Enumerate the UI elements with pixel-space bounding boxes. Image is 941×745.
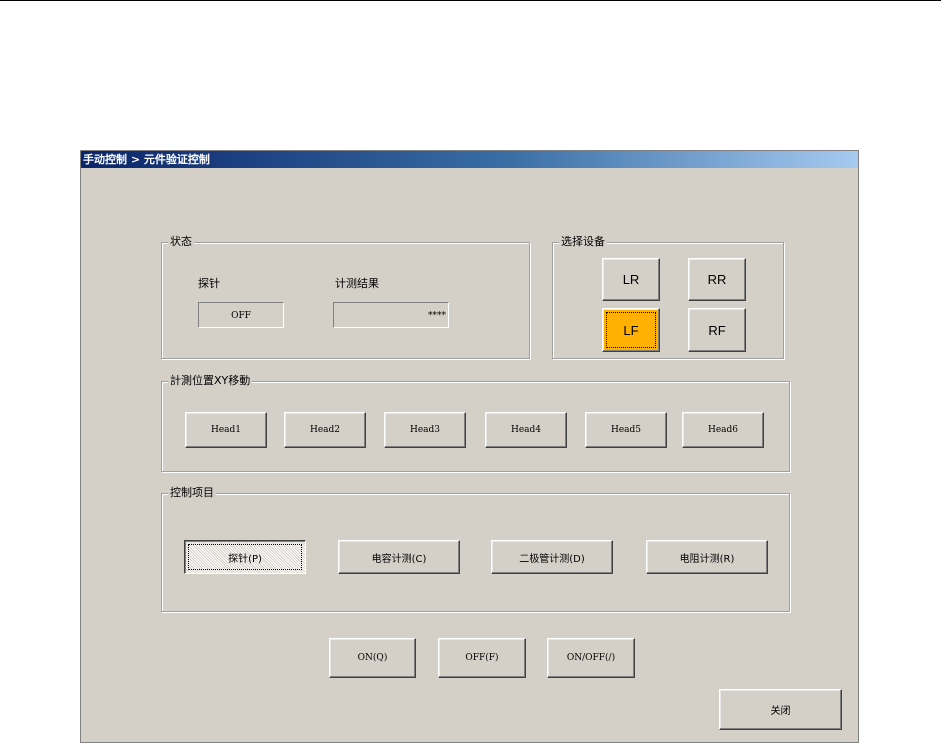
xy-move-group: 計測位置XY移動 Head1 Head2 Head3 Head4 Head5 H… bbox=[161, 374, 790, 472]
head3-button[interactable]: Head3 bbox=[384, 412, 466, 448]
device-select-legend: 选择设备 bbox=[559, 235, 607, 249]
status-group-legend: 状态 bbox=[168, 235, 194, 249]
probe-label: 探针 bbox=[198, 277, 220, 290]
device-rf-button[interactable]: RF bbox=[688, 308, 746, 352]
device-rr-button[interactable]: RR bbox=[688, 258, 746, 301]
probe-control-button[interactable]: 探针(P) bbox=[184, 540, 306, 574]
control-items-legend: 控制项目 bbox=[168, 486, 216, 500]
window-title: 手动控制 > 元件验证控制 bbox=[81, 151, 858, 168]
capacitance-measure-button[interactable]: 电容计测(C) bbox=[338, 540, 460, 574]
result-readout: **** bbox=[333, 302, 449, 328]
device-lr-button[interactable]: LR bbox=[602, 258, 660, 301]
result-label: 计测结果 bbox=[335, 277, 379, 290]
page-top-rule bbox=[0, 0, 941, 1]
probe-status-readout: OFF bbox=[198, 302, 284, 328]
control-items-group: 控制项目 探针(P) 电容计测(C) 二极管计测(D) 电阻计测(R) bbox=[161, 486, 790, 612]
resistance-measure-button[interactable]: 电阻计测(R) bbox=[646, 540, 768, 574]
head1-button[interactable]: Head1 bbox=[185, 412, 267, 448]
component-verify-window: 手动控制 > 元件验证控制 状态 探针 计测结果 OFF **** 选择设备 L… bbox=[80, 150, 859, 743]
head2-button[interactable]: Head2 bbox=[284, 412, 366, 448]
head4-button[interactable]: Head4 bbox=[485, 412, 567, 448]
xy-move-legend: 計測位置XY移動 bbox=[168, 374, 253, 388]
on-off-toggle-button[interactable]: ON/OFF(/) bbox=[547, 638, 635, 678]
off-button[interactable]: OFF(F) bbox=[438, 638, 526, 678]
diode-measure-button[interactable]: 二极管计测(D) bbox=[491, 540, 613, 574]
head6-button[interactable]: Head6 bbox=[682, 412, 764, 448]
device-lf-button[interactable]: LF bbox=[602, 308, 660, 352]
on-button[interactable]: ON(Q) bbox=[329, 638, 416, 678]
device-select-group: 选择设备 LR RR LF RF bbox=[552, 235, 784, 359]
head5-button[interactable]: Head5 bbox=[585, 412, 667, 448]
status-group: 状态 探针 计测结果 OFF **** bbox=[161, 235, 530, 359]
close-button[interactable]: 关闭 bbox=[719, 689, 842, 730]
